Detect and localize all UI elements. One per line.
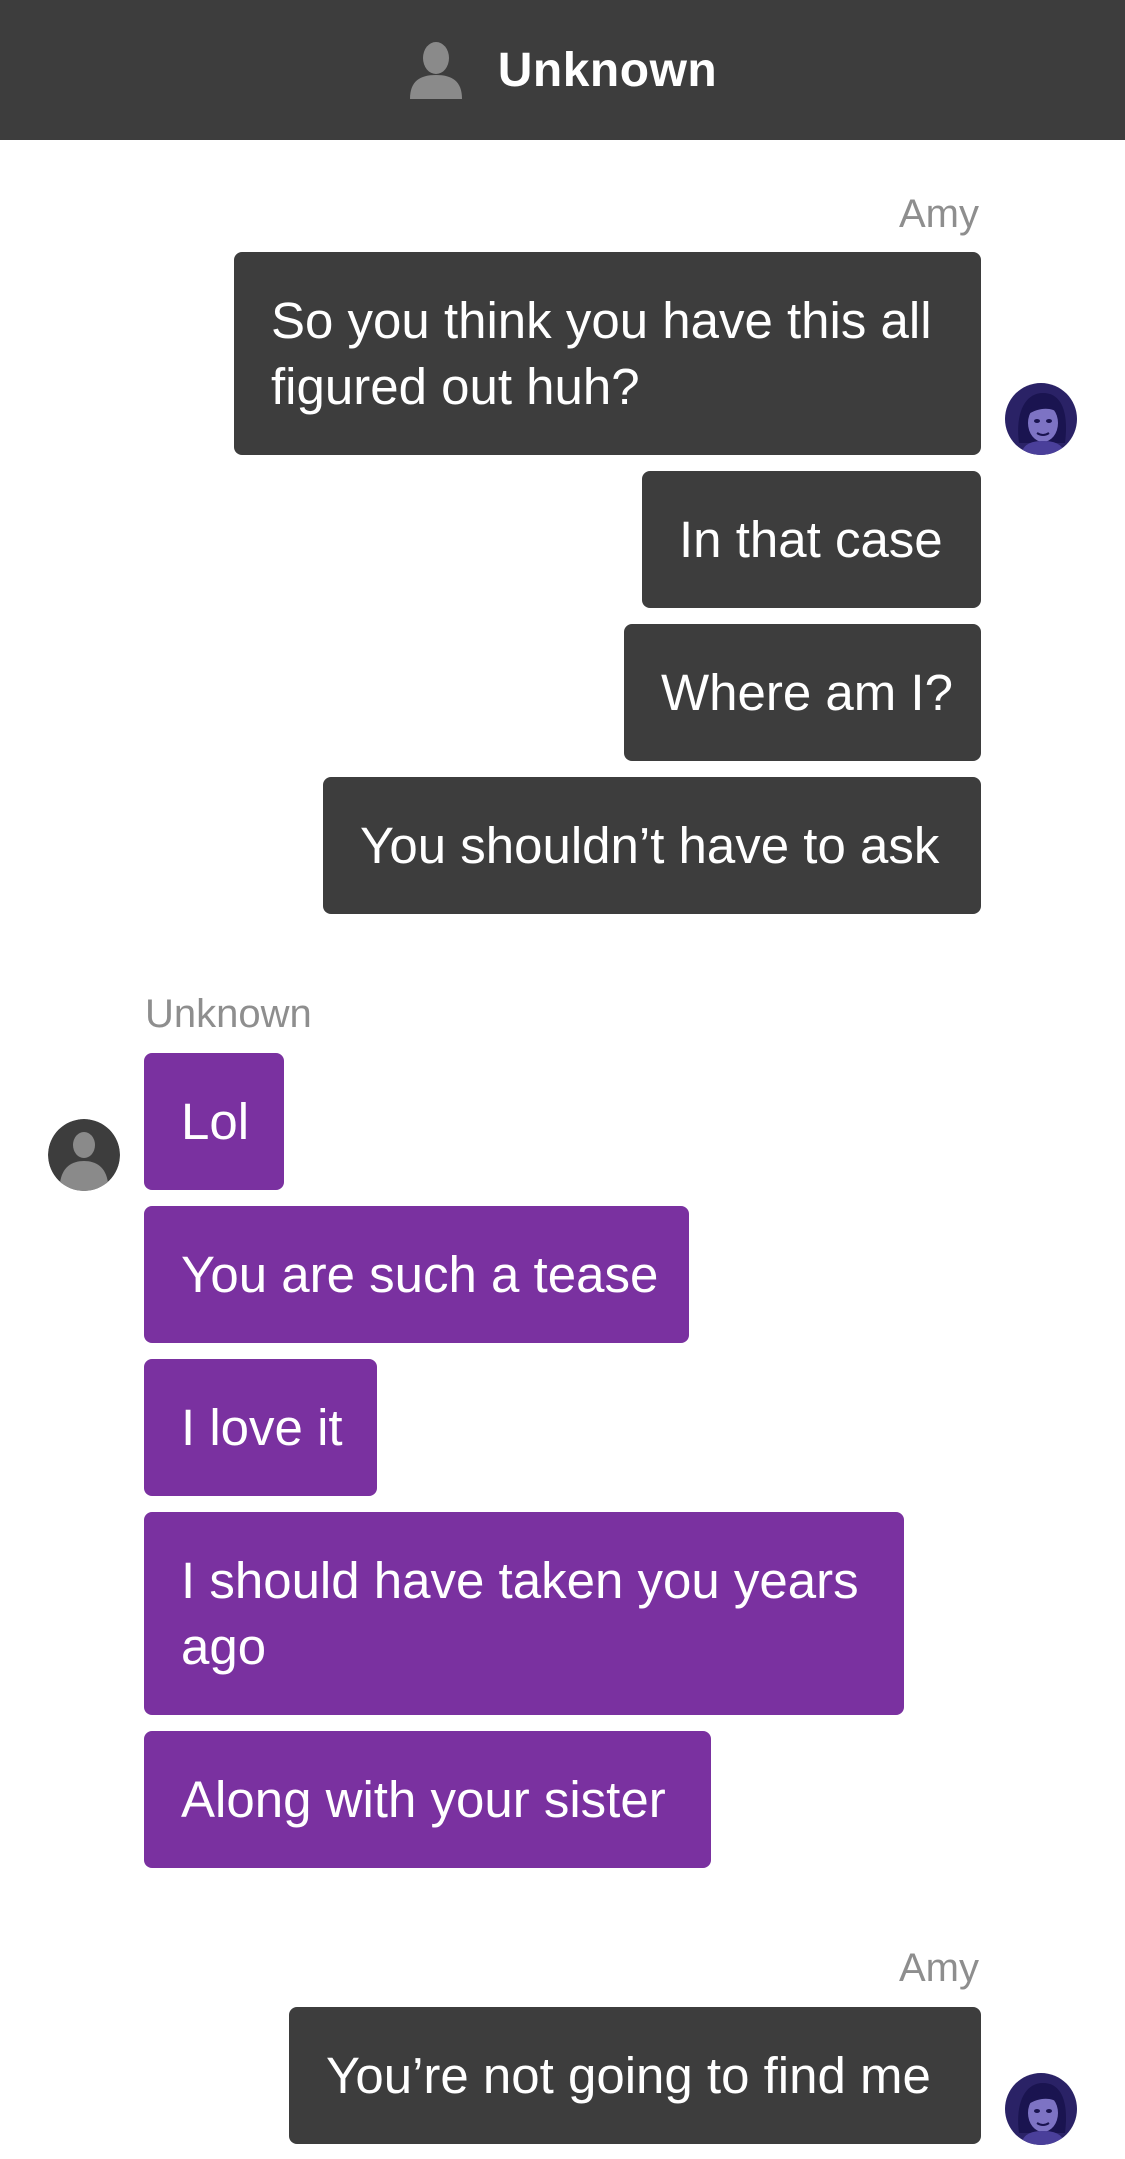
sender-label: Unknown bbox=[145, 992, 312, 1036]
chat-header: Unknown bbox=[0, 0, 1125, 140]
message-bubble[interactable]: I should have taken you years ago bbox=[144, 1512, 904, 1715]
amy-avatar[interactable] bbox=[1005, 383, 1077, 455]
amy-portrait-icon bbox=[1005, 383, 1077, 455]
message-bubble[interactable]: I love it bbox=[144, 1359, 377, 1496]
message-bubble[interactable]: You shouldn’t have to ask bbox=[323, 777, 981, 914]
message-bubble[interactable]: Lol bbox=[144, 1053, 284, 1190]
message-bubble[interactable]: You’re not going to find me bbox=[289, 2007, 981, 2144]
message-bubble[interactable]: In that case bbox=[642, 471, 981, 608]
amy-avatar[interactable] bbox=[1005, 2073, 1077, 2145]
message-bubble[interactable]: You are such a tease bbox=[144, 1206, 689, 1343]
message-bubble[interactable]: So you think you have this all figured o… bbox=[234, 252, 981, 455]
sender-label: Amy bbox=[899, 192, 979, 236]
message-bubble[interactable]: Along with your sister bbox=[144, 1731, 711, 1868]
amy-portrait-icon bbox=[1005, 2073, 1077, 2145]
person-silhouette-icon bbox=[409, 42, 462, 99]
person-silhouette-icon bbox=[48, 1119, 120, 1191]
unknown-avatar[interactable] bbox=[48, 1119, 120, 1191]
sender-label: Amy bbox=[899, 1946, 979, 1990]
chat-title: Unknown bbox=[497, 43, 718, 97]
message-bubble[interactable]: Where am I? bbox=[624, 624, 981, 761]
